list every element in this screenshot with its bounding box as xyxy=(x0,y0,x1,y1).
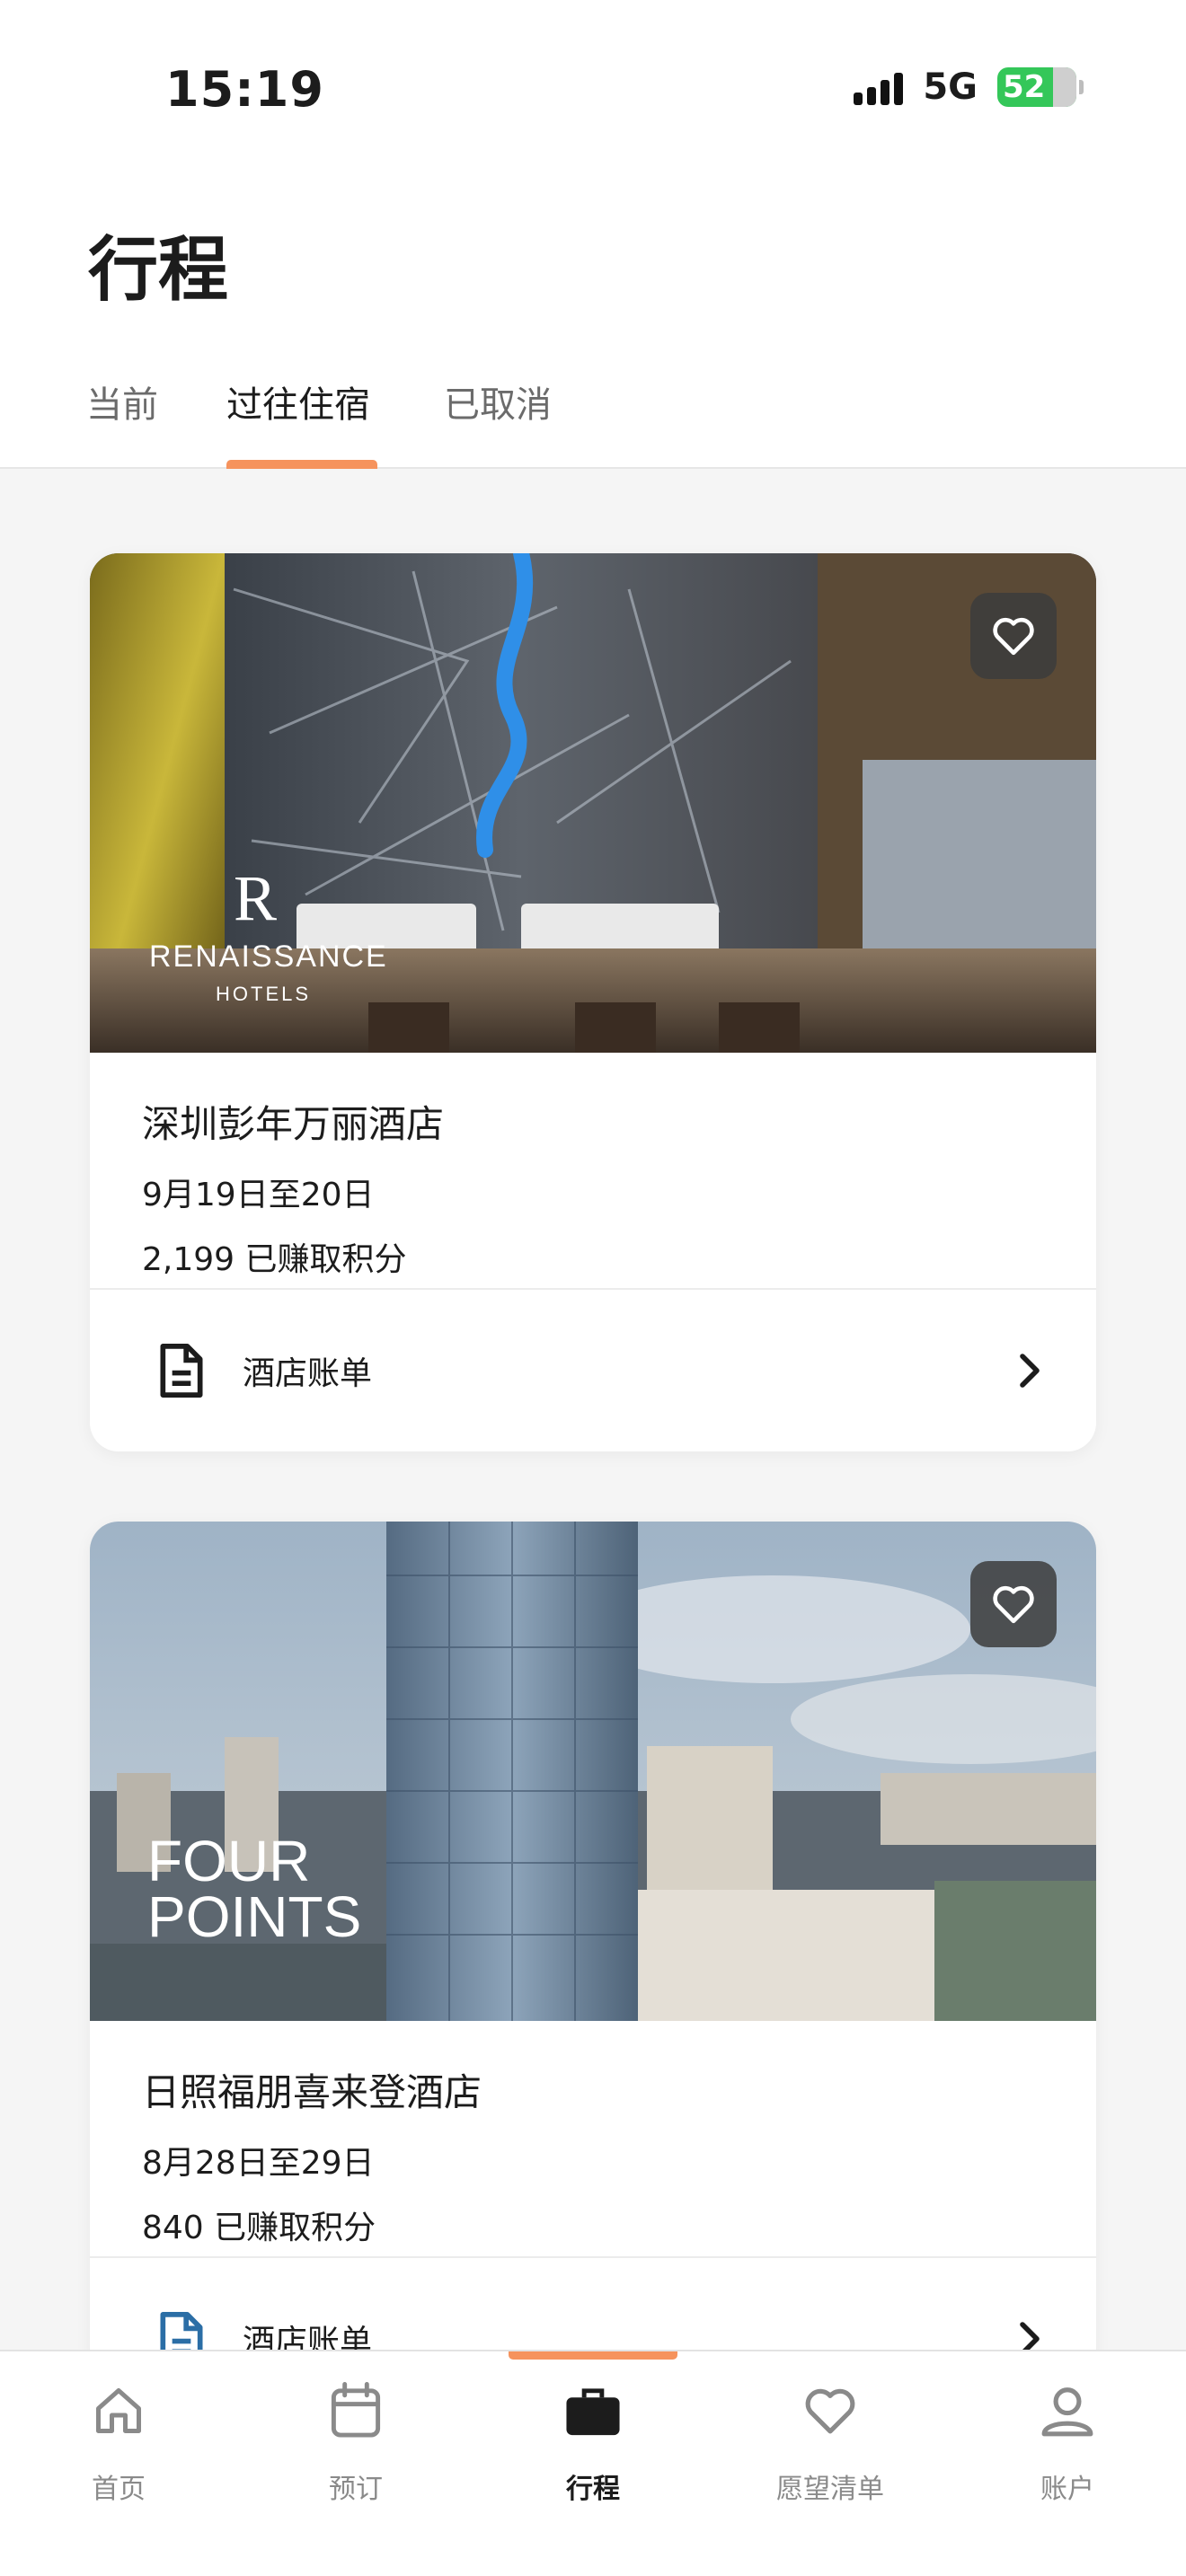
stay-details: 深圳彭年万丽酒店 9月19日至20日 2,199 已赚取积分 xyxy=(90,1053,1096,1290)
tab-past-stays[interactable]: 过往住宿 xyxy=(226,375,370,428)
nav-trips-label: 行程 xyxy=(566,2474,620,2505)
tab-active-indicator xyxy=(226,460,377,469)
stay-dates: 8月28日至29日 xyxy=(142,2145,375,2182)
home-icon xyxy=(96,2388,141,2433)
wishlist-button[interactable] xyxy=(970,1561,1057,1647)
points-earned: 840 已赚取积分 xyxy=(142,2210,376,2246)
stay-card[interactable]: R RENAISSANCE HOTELS 深圳彭年万丽酒店 9月19日至20日 … xyxy=(90,553,1096,1451)
brand-logo-mark: R xyxy=(234,862,277,934)
stay-card[interactable]: FOUR POINTS 日照福朋喜来登酒店 8月28日至29日 840 已赚取积… xyxy=(90,1522,1096,2420)
brand-logo-sub: HOTELS xyxy=(216,983,311,1005)
nav-trips[interactable]: 行程 xyxy=(503,2375,683,2506)
status-indicators: 5G 52 xyxy=(854,66,1084,108)
hotel-name: 深圳彭年万丽酒店 xyxy=(142,1102,445,1146)
nav-book-label: 预订 xyxy=(329,2474,383,2505)
battery-icon: 52 xyxy=(997,67,1084,107)
nav-wishlist-label: 愿望清单 xyxy=(776,2474,884,2505)
nav-active-indicator xyxy=(509,2351,677,2360)
user-icon xyxy=(1041,2387,1093,2437)
nav-account[interactable]: 账户 xyxy=(978,2375,1157,2506)
battery-level: 52 xyxy=(1003,69,1046,105)
hotel-lobby-image: R RENAISSANCE HOTELS xyxy=(90,553,1096,1053)
trip-tabs: 当前 过往住宿 已取消 xyxy=(0,368,1186,469)
stay-details: 日照福朋喜来登酒店 8月28日至29日 840 已赚取积分 xyxy=(90,2021,1096,2258)
hotel-photo[interactable]: FOUR POINTS xyxy=(90,1522,1096,2021)
hotel-exterior-image: FOUR POINTS xyxy=(90,1522,1096,2021)
hotel-photo[interactable]: R RENAISSANCE HOTELS xyxy=(90,553,1096,1053)
tab-current[interactable]: 当前 xyxy=(86,375,158,428)
heart-icon xyxy=(805,2388,855,2434)
brand-logo-line2: POINTS xyxy=(147,1884,361,1949)
nav-home-label: 首页 xyxy=(92,2474,146,2505)
heart-icon xyxy=(993,1585,1034,1624)
hotel-bill-label: 酒店账单 xyxy=(243,1355,373,1392)
nav-wishlist[interactable]: 愿望清单 xyxy=(740,2375,920,2506)
heart-icon xyxy=(993,617,1034,656)
hotel-bill-row[interactable]: 酒店账单 xyxy=(90,1290,1096,1451)
chevron-right-icon xyxy=(1020,1354,1040,1388)
page-title: 行程 xyxy=(88,230,229,311)
tab-cancelled[interactable]: 已取消 xyxy=(444,375,552,428)
calendar-icon xyxy=(331,2382,381,2438)
top-header: 15:19 5G 52 行程 当前 过往住宿 已取消 xyxy=(0,0,1186,469)
signal-icon xyxy=(854,69,904,105)
wishlist-button[interactable] xyxy=(970,593,1057,679)
nav-home[interactable]: 首页 xyxy=(29,2375,208,2506)
stay-dates: 9月19日至20日 xyxy=(142,1177,375,1213)
network-type: 5G xyxy=(923,66,978,108)
nav-account-label: 账户 xyxy=(1040,2474,1094,2505)
status-time: 15:19 xyxy=(165,61,324,118)
points-earned: 2,199 已赚取积分 xyxy=(142,1241,407,1278)
document-icon xyxy=(160,1344,203,1398)
bottom-nav: 首页 预订 行程 愿望清单 账户 xyxy=(0,2350,1186,2576)
briefcase-icon xyxy=(566,2388,620,2436)
brand-logo-name: RENAISSANCE xyxy=(149,940,388,974)
nav-book[interactable]: 预订 xyxy=(266,2375,446,2506)
hotel-name: 日照福朋喜来登酒店 xyxy=(142,2070,482,2114)
